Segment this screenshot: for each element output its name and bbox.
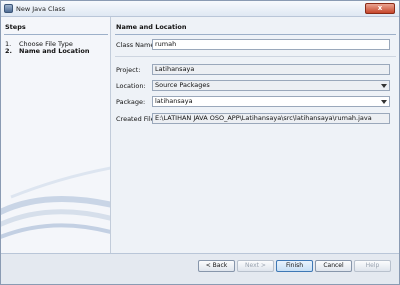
java-class-wizard-icon bbox=[4, 4, 13, 13]
steps-title: Steps bbox=[5, 23, 26, 31]
finish-button[interactable]: Finish bbox=[276, 260, 313, 272]
name-and-location-panel: Name and Location Class Name: rumah Proj… bbox=[112, 17, 399, 253]
step-number: 2. bbox=[5, 47, 12, 55]
location-value: Source Packages bbox=[155, 81, 210, 89]
package-value: latihansaya bbox=[155, 97, 193, 105]
title-bar[interactable]: New Java Class x bbox=[1, 1, 399, 17]
button-bar: < Back Next > Finish Cancel Help bbox=[1, 253, 399, 284]
steps-panel: Steps 1. Choose File Type 2. Name and Loca… bbox=[1, 17, 111, 253]
package-combobox[interactable]: latihansaya bbox=[152, 96, 390, 107]
project-label: Project: bbox=[116, 66, 141, 74]
section-divider bbox=[115, 34, 396, 35]
step-name-and-location: 2. Name and Location bbox=[5, 47, 89, 55]
section-title: Name and Location bbox=[116, 23, 187, 31]
chevron-down-icon[interactable] bbox=[381, 100, 387, 104]
close-button[interactable]: x bbox=[365, 3, 395, 14]
package-label: Package: bbox=[116, 98, 146, 106]
created-file-field: E:\LATIHAN JAVA OSO_APP\Latihansaya\src\… bbox=[152, 113, 390, 124]
cancel-button[interactable]: Cancel bbox=[315, 260, 352, 272]
decorative-wave-graphic bbox=[1, 166, 110, 239]
window-title: New Java Class bbox=[16, 5, 66, 13]
created-file-label: Created File: bbox=[116, 115, 157, 123]
project-field: Latihansaya bbox=[152, 64, 390, 75]
class-name-input[interactable]: rumah bbox=[152, 39, 390, 50]
back-button[interactable]: < Back bbox=[198, 260, 235, 272]
class-name-label: Class Name: bbox=[116, 41, 157, 49]
chevron-down-icon[interactable] bbox=[381, 84, 387, 88]
next-button[interactable]: Next > bbox=[237, 260, 274, 272]
new-java-class-dialog: New Java Class x Steps 1. Choose File Typ… bbox=[0, 0, 400, 285]
location-label: Location: bbox=[116, 82, 146, 90]
form-separator bbox=[115, 56, 396, 57]
steps-divider bbox=[4, 34, 108, 35]
help-button[interactable]: Help bbox=[354, 260, 391, 272]
step-label: Name and Location bbox=[19, 47, 90, 55]
location-select[interactable]: Source Packages bbox=[152, 80, 390, 91]
